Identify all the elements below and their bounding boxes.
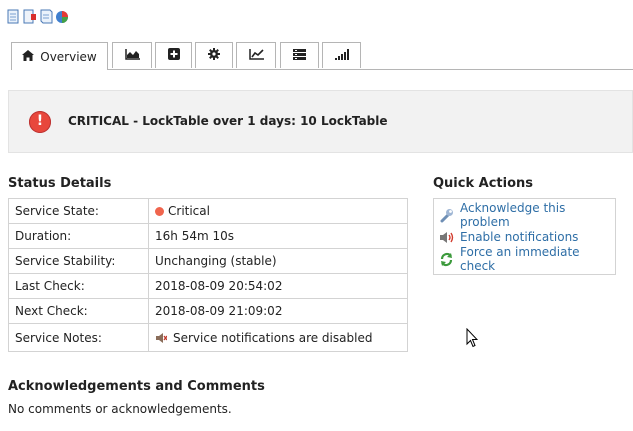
critical-dot-icon xyxy=(155,207,164,216)
refresh-icon xyxy=(439,252,454,267)
tab-trends[interactable] xyxy=(236,42,276,68)
last-check-key: Last Check: xyxy=(8,273,149,299)
enable-notifications-link[interactable]: Enable notifications xyxy=(460,230,578,244)
table-row: Next Check: 2018-08-09 21:09:02 xyxy=(8,298,408,324)
line-chart-icon xyxy=(248,48,264,63)
document-icon[interactable] xyxy=(7,9,21,25)
speaker-icon xyxy=(439,230,454,245)
enable-notifications-action[interactable]: Enable notifications xyxy=(439,229,578,245)
status-details-title: Status Details xyxy=(8,176,112,191)
table-row: Duration: 16h 54m 10s xyxy=(8,223,408,249)
signal-bars-icon xyxy=(334,48,349,63)
tab-overview-label: Overview xyxy=(40,49,97,64)
status-banner: CRITICAL - LockTable over 1 days: 10 Loc… xyxy=(8,90,633,153)
list-icon xyxy=(293,48,306,63)
tab-signal[interactable] xyxy=(322,42,361,68)
plus-square-icon xyxy=(167,48,180,63)
duration-key: Duration: xyxy=(8,223,149,249)
tab-overview[interactable]: Overview xyxy=(11,42,108,70)
notes-icon[interactable] xyxy=(39,9,53,25)
muted-speaker-icon xyxy=(155,332,168,344)
service-notes-text: Service notifications are disabled xyxy=(173,330,373,345)
force-check-action[interactable]: Force an immediate check xyxy=(439,245,615,273)
service-notes-key: Service Notes: xyxy=(8,323,149,352)
wrench-icon xyxy=(439,208,454,223)
pie-chart-icon[interactable] xyxy=(55,9,69,25)
last-check-value: 2018-08-09 20:54:02 xyxy=(148,273,408,299)
tab-list[interactable] xyxy=(280,42,319,68)
next-check-key: Next Check: xyxy=(8,298,149,324)
tab-settings[interactable] xyxy=(195,42,233,68)
area-chart-icon xyxy=(124,48,140,63)
status-details-table: Service State: Critical Duration: 16h 54… xyxy=(8,198,408,352)
tab-bar: Overview xyxy=(11,42,633,70)
mouse-cursor-icon xyxy=(466,327,479,351)
quick-actions-title: Quick Actions xyxy=(433,176,534,191)
tab-add[interactable] xyxy=(155,42,192,68)
acknowledgements-text: No comments or acknowledgements. xyxy=(8,402,232,416)
status-message: CRITICAL - LockTable over 1 days: 10 Loc… xyxy=(68,114,388,128)
home-icon xyxy=(22,49,35,64)
acknowledgements-title: Acknowledgements and Comments xyxy=(8,379,265,394)
service-state-text: Critical xyxy=(168,204,210,218)
next-check-value: 2018-08-09 21:09:02 xyxy=(148,298,408,324)
service-state-value: Critical xyxy=(148,198,408,224)
acknowledge-action[interactable]: Acknowledge this problem xyxy=(439,201,615,229)
table-row: Service Notes: Service notifications are… xyxy=(8,323,408,352)
report-icon[interactable] xyxy=(23,9,37,25)
stability-value: Unchanging (stable) xyxy=(148,248,408,274)
quick-actions-panel: Acknowledge this problem Enable notifica… xyxy=(433,198,616,275)
service-state-key: Service State: xyxy=(8,198,149,224)
critical-icon xyxy=(29,111,51,133)
gear-icon xyxy=(208,48,220,63)
tab-performance[interactable] xyxy=(112,42,152,68)
stability-key: Service Stability: xyxy=(8,248,149,274)
table-row: Last Check: 2018-08-09 20:54:02 xyxy=(8,273,408,299)
acknowledge-link[interactable]: Acknowledge this problem xyxy=(460,201,615,229)
table-row: Service State: Critical xyxy=(8,198,408,224)
table-row: Service Stability: Unchanging (stable) xyxy=(8,248,408,274)
toolbar xyxy=(7,9,69,25)
force-check-link[interactable]: Force an immediate check xyxy=(460,245,615,273)
service-notes-value: Service notifications are disabled xyxy=(148,323,408,352)
duration-value: 16h 54m 10s xyxy=(148,223,408,249)
